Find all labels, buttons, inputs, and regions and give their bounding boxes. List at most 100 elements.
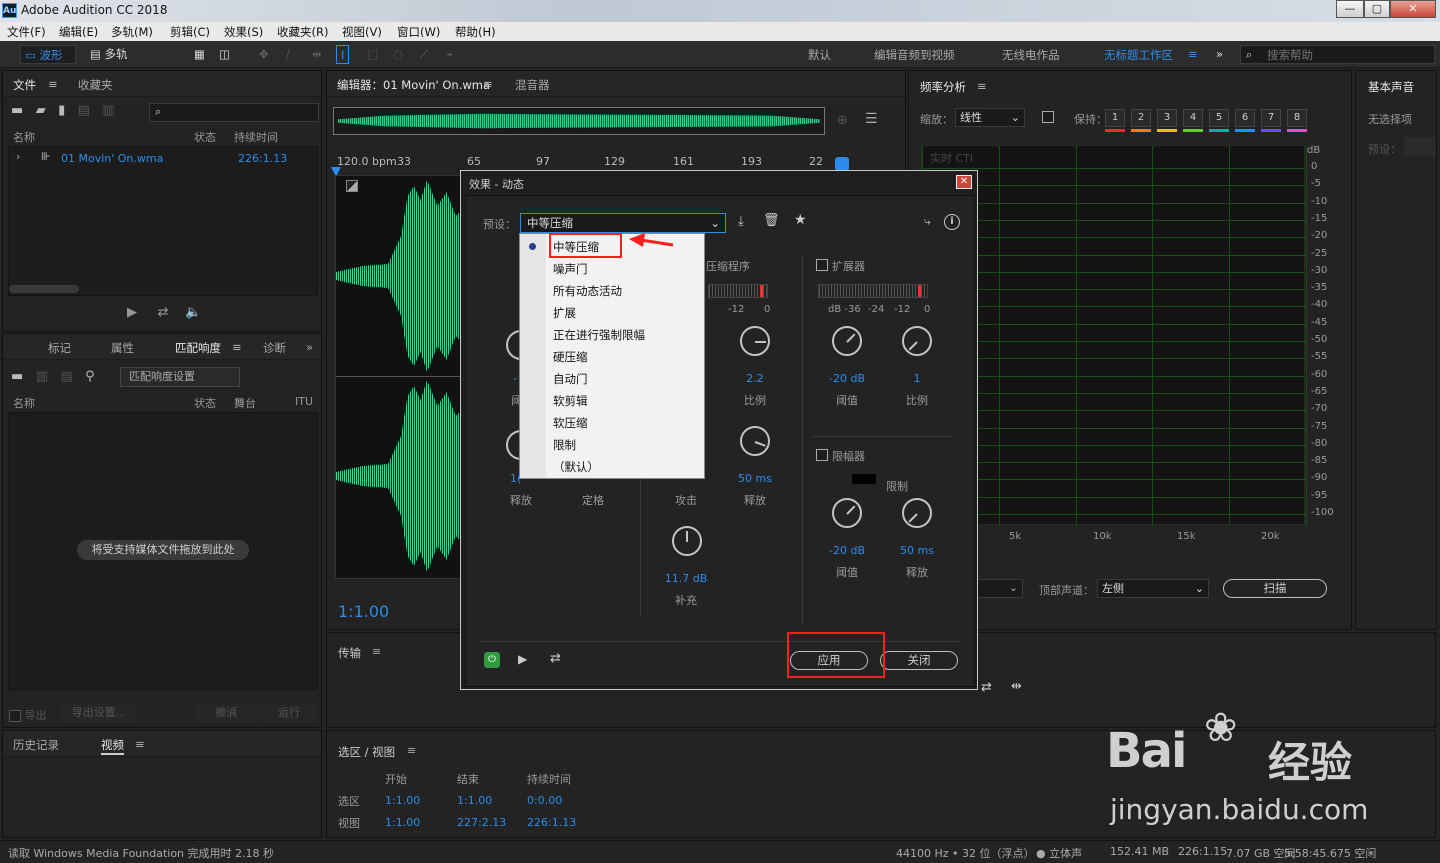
expander-threshold-value[interactable]: -20 dB <box>817 372 877 385</box>
search-help-field[interactable]: ⌕ <box>1240 45 1435 64</box>
zoom-icon[interactable]: ⊕ <box>837 113 848 128</box>
limiter-threshold-knob[interactable] <box>832 498 862 528</box>
preset-option[interactable]: 限制 <box>520 434 704 456</box>
waveform-view-button[interactable]: ▭ 波形 <box>20 45 76 64</box>
top-channel-select[interactable]: 左侧 ⌄ <box>1097 579 1209 598</box>
spectrum-display[interactable]: 实时 CTI <box>921 145 1307 526</box>
expand-icon[interactable]: › <box>16 150 20 163</box>
selection-duration[interactable]: 0:0.00 <box>527 794 562 807</box>
more-tabs-icon[interactable]: » <box>306 340 313 354</box>
spectral-frequency-icon[interactable]: ▦ <box>190 45 209 64</box>
maximize-button[interactable]: ▢ <box>1364 0 1390 18</box>
horizontal-scrollbar[interactable] <box>9 285 79 293</box>
limiter-threshold-value[interactable]: -20 dB <box>817 544 877 557</box>
slip-tool-icon[interactable]: ⇹ <box>308 45 326 64</box>
favorite-star-icon[interactable]: ★ <box>794 212 807 228</box>
makeup-knob[interactable] <box>672 526 702 556</box>
tab-favorites[interactable]: 收藏夹 <box>78 77 113 93</box>
menu-edit[interactable]: 编辑(E) <box>59 24 98 40</box>
makeup-value[interactable]: 11.7 dB <box>656 572 716 585</box>
tab-history[interactable]: 历史记录 <box>13 737 59 753</box>
delete-preset-icon[interactable]: 🗑 <box>763 213 780 228</box>
marquee-tool-icon[interactable]: ⬚ <box>363 45 382 64</box>
hold-button[interactable]: 2 <box>1131 109 1151 127</box>
hold-button[interactable]: 4 <box>1183 109 1203 127</box>
workspace-radio[interactable]: 无线电作品 <box>1002 47 1060 63</box>
delete-icon[interactable]: ▥ <box>36 369 48 384</box>
tab-files[interactable]: 文件 <box>13 77 36 93</box>
release-value[interactable]: 50 ms <box>725 472 785 485</box>
preview-play-icon[interactable]: ▶ <box>518 652 527 666</box>
preset-option[interactable]: 软压缩 <box>520 412 704 434</box>
clear-icon[interactable]: ▤ <box>60 369 72 384</box>
tab-markers[interactable]: 标记 <box>48 340 71 356</box>
undo-button[interactable]: 撤消 <box>195 704 257 722</box>
export-settings-button[interactable]: 导出设置... <box>61 704 137 722</box>
loop-playback-icon[interactable]: ⇄ <box>981 680 992 695</box>
video-menu-icon[interactable]: ≡ <box>135 737 145 751</box>
selection-start[interactable]: 1:1.00 <box>385 794 420 807</box>
zoom-select[interactable]: 线性 ⌄ <box>955 108 1025 127</box>
search-help-input[interactable] <box>1267 47 1427 62</box>
brush-tool-icon[interactable]: ⟋ <box>416 45 432 64</box>
preset-select[interactable]: 中等压缩 ⌄ <box>520 213 726 233</box>
menu-window[interactable]: 窗口(W) <box>397 24 440 40</box>
more-workspaces-icon[interactable]: » <box>1216 47 1223 61</box>
workspace-default[interactable]: 默认 <box>808 47 831 63</box>
match-settings-button[interactable]: 匹配响度设置 <box>120 367 240 387</box>
preview-loop-icon[interactable]: ⇄ <box>550 651 561 666</box>
preset-option[interactable]: 所有动态活动 <box>520 280 704 302</box>
power-toggle-icon[interactable]: ⏻ <box>484 652 500 668</box>
preset-option[interactable]: 硬压缩 <box>520 346 704 368</box>
expander-ratio-knob[interactable] <box>902 326 932 356</box>
col-stage[interactable]: 舞台 <box>234 395 256 411</box>
preset-option[interactable]: 扩展 <box>520 302 704 324</box>
col-status[interactable]: 状态 <box>194 129 216 145</box>
files-menu-icon[interactable]: ≡ <box>48 77 58 91</box>
col-itu[interactable]: ITU <box>295 395 313 408</box>
razor-tool-icon[interactable]: ⧸ <box>282 45 294 64</box>
transport-menu-icon[interactable]: ≡ <box>372 645 381 658</box>
editor-menu-icon[interactable]: ≡ <box>483 77 493 91</box>
overview-waveform[interactable] <box>333 107 825 135</box>
hold-button[interactable]: 6 <box>1235 109 1255 127</box>
info-icon[interactable]: i <box>944 214 960 230</box>
menu-file[interactable]: 文件(F) <box>7 24 46 40</box>
import-icon[interactable]: ▰ <box>36 103 46 118</box>
freq-menu-icon[interactable]: ≡ <box>977 79 987 93</box>
preset-option[interactable]: 正在进行强制限幅 <box>520 324 704 346</box>
limiter-checkbox[interactable] <box>816 449 828 461</box>
menu-view[interactable]: 视图(V) <box>342 24 382 40</box>
loop-icon[interactable]: ⇄ <box>158 305 169 320</box>
list-item[interactable]: › ⊪ 01 Movin' On.wma 226:1.13 <box>13 150 313 166</box>
selection-end[interactable]: 1:1.00 <box>457 794 492 807</box>
tab-mixer[interactable]: 混音器 <box>515 77 550 93</box>
spot-healing-tool-icon[interactable]: ⌁ <box>442 45 457 64</box>
scan-button[interactable]: 扫描 <box>1223 579 1327 598</box>
tab-diagnostics[interactable]: 诊断 <box>263 340 286 356</box>
insert-icon[interactable]: ▤ <box>78 103 90 118</box>
close-window-button[interactable]: ✕ <box>1390 0 1436 18</box>
preset-option[interactable]: （默认） <box>520 456 704 478</box>
open-folder-icon[interactable]: ▬ <box>11 103 23 118</box>
hud-icon[interactable] <box>346 180 358 192</box>
new-file-icon[interactable]: ▮ <box>58 103 65 118</box>
hold-toggle-icon[interactable] <box>1042 111 1054 123</box>
preset-option[interactable]: 噪声门 <box>520 258 704 280</box>
expander-ratio-value[interactable]: 1 <box>887 372 947 385</box>
essential-preset-select[interactable] <box>1404 137 1436 156</box>
time-display-icon[interactable] <box>835 157 849 171</box>
limiter-release-knob[interactable] <box>902 498 932 528</box>
match-file-list[interactable]: 将受支持媒体文件拖放到此处 <box>8 412 318 690</box>
preset-option[interactable]: 软剪辑 <box>520 390 704 412</box>
col-name[interactable]: 名称 <box>13 129 35 145</box>
lasso-tool-icon[interactable]: ◌ <box>389 45 407 64</box>
tab-match-loudness[interactable]: 匹配响度 <box>175 340 221 356</box>
hold-button[interactable]: 1 <box>1105 109 1125 127</box>
close-dialog-button[interactable]: 关闭 <box>880 651 958 670</box>
col-duration[interactable]: 持续时间 <box>234 129 278 145</box>
workspace-untitled[interactable]: 无标题工作区 <box>1104 47 1173 63</box>
match-menu-icon[interactable]: ≡ <box>232 340 242 354</box>
menu-effects[interactable]: 效果(S) <box>224 24 263 40</box>
ratio-value[interactable]: 2.2 <box>725 372 785 385</box>
